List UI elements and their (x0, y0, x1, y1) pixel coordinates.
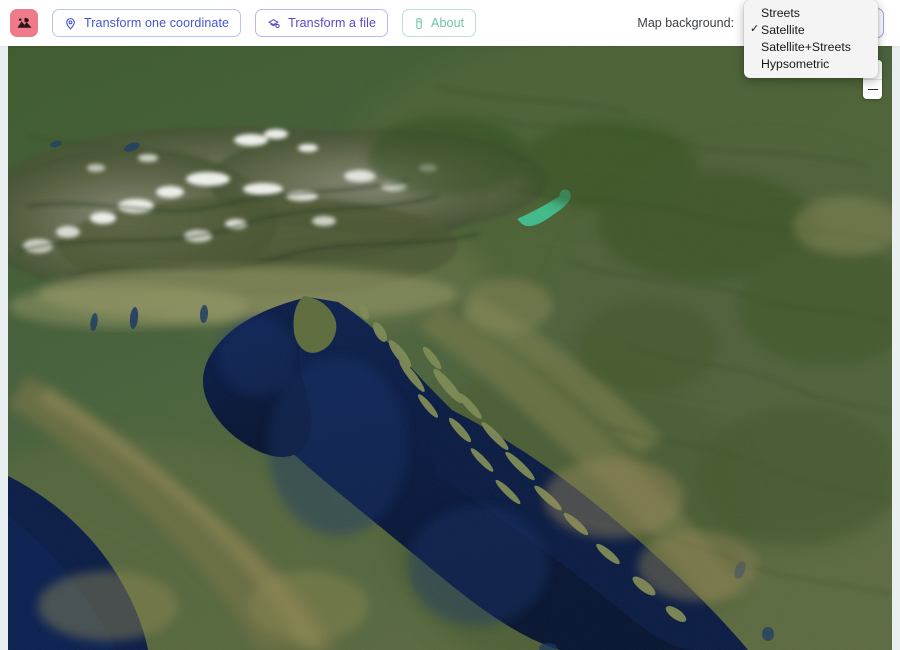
minus-icon (867, 88, 878, 91)
mountain-logo-icon (16, 15, 33, 32)
transform-a-file-button[interactable]: Transform a file (255, 9, 389, 37)
dropdown-option-streets-label: Streets (761, 5, 800, 20)
about-label: About (431, 15, 465, 30)
about-button[interactable]: About (402, 9, 477, 37)
dropdown-option-satellite-streets-label: Satellite+Streets (761, 39, 851, 54)
check-icon-satellite: ✓ (750, 23, 760, 35)
app-root: Transform one coordinate Transform a fil… (0, 0, 900, 650)
dropdown-option-satellite[interactable]: ✓ Satellite (744, 21, 878, 38)
transform-one-coordinate-button[interactable]: Transform one coordinate (52, 9, 242, 37)
dropdown-option-hypsometric-label: Hypsometric (761, 56, 830, 71)
map-container[interactable] (8, 46, 892, 650)
dropdown-option-satellite-streets[interactable]: Satellite+Streets (744, 38, 878, 55)
transform-a-file-label: Transform a file (288, 15, 377, 30)
zoom-out-button[interactable] (863, 80, 882, 99)
dropdown-option-hypsometric[interactable]: Hypsometric (744, 55, 878, 72)
info-document-icon (414, 17, 424, 30)
map-background-dropdown-menu[interactable]: Streets ✓ Satellite Satellite+Streets Hy… (744, 0, 878, 78)
dropdown-option-streets[interactable]: Streets (744, 4, 878, 21)
satellite-map-image[interactable] (8, 46, 892, 650)
transform-one-coordinate-label: Transform one coordinate (84, 15, 230, 30)
file-layers-icon (267, 17, 281, 30)
app-logo[interactable] (10, 9, 38, 37)
dropdown-option-satellite-label: Satellite (761, 22, 805, 37)
map-background-label: Map background: (637, 16, 734, 30)
map-pin-icon (64, 17, 77, 30)
